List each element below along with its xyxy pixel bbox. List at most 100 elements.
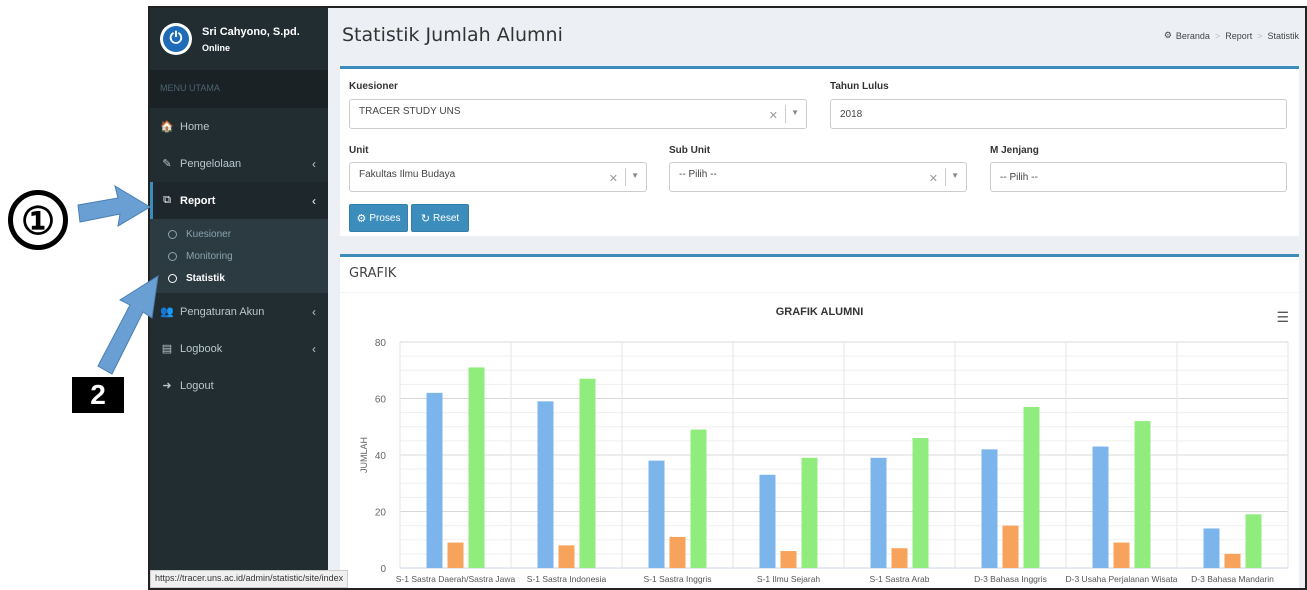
sub-unit-value: -- Pilih -- bbox=[679, 169, 717, 180]
m-jenjang-value: -- Pilih -- bbox=[1000, 172, 1038, 183]
m-jenjang-select[interactable]: -- Pilih -- bbox=[990, 162, 1287, 192]
x-tick-label: D-3 Bahasa Mandarin bbox=[1191, 574, 1274, 584]
y-axis-label: JUMLAH bbox=[359, 437, 369, 473]
sidebar-item-pengelolaan[interactable]: ✎ Pengelolaan ‹ bbox=[150, 145, 328, 182]
x-tick-label: S-1 Sastra Inggris bbox=[643, 574, 711, 584]
gear-icon: ⚙ bbox=[356, 212, 367, 225]
submenu-item-statistik[interactable]: Statistik bbox=[150, 267, 328, 289]
caret-down-icon[interactable]: ▼ bbox=[631, 171, 639, 180]
sub-unit-select[interactable]: -- Pilih -- ✕ ▼ bbox=[669, 162, 967, 192]
user-panel: ⏻ Sri Cahyono, S.pd. Online bbox=[150, 8, 328, 70]
submenu-item-label: Kuesioner bbox=[186, 228, 232, 240]
clear-icon[interactable]: ✕ bbox=[929, 172, 938, 185]
breadcrumb-beranda[interactable]: Beranda bbox=[1176, 31, 1210, 41]
bar-series3 bbox=[579, 378, 596, 568]
bar-series3 bbox=[690, 429, 707, 568]
tahun-lulus-input[interactable]: 2018 bbox=[830, 99, 1287, 129]
caret-down-icon[interactable]: ▼ bbox=[951, 171, 959, 180]
x-tick-label: S-1 Sastra Daerah/Sastra Jawa bbox=[396, 574, 516, 584]
sidebar-item-label: Pengaturan Akun bbox=[180, 305, 265, 318]
clear-icon[interactable]: ✕ bbox=[769, 109, 778, 122]
content-header: Statistik Jumlah Alumni ⚙ Beranda > Repo… bbox=[328, 8, 1305, 62]
sidebar-item-logbook[interactable]: ▤ Logbook ‹ bbox=[150, 330, 328, 367]
unit-select[interactable]: Fakultas Ilmu Budaya ✕ ▼ bbox=[349, 162, 647, 192]
sidebar-item-report[interactable]: ⧉ Report ‹ bbox=[150, 182, 328, 219]
x-tick-label: S-1 Sastra Indonesia bbox=[527, 574, 607, 584]
x-tick-label: S-1 Ilmu Sejarah bbox=[757, 574, 821, 584]
x-tick-label: S-1 Sastra Arab bbox=[869, 574, 929, 584]
bar-series2 bbox=[891, 548, 908, 568]
main-content: Statistik Jumlah Alumni ⚙ Beranda > Repo… bbox=[328, 8, 1305, 588]
dashboard-icon: ⚙ bbox=[1163, 30, 1172, 40]
copy-icon: ⧉ bbox=[163, 194, 171, 206]
bar-series2 bbox=[1224, 553, 1241, 568]
pencil-icon: ✎ bbox=[162, 158, 172, 170]
bar-series1 bbox=[1092, 446, 1109, 568]
bar-series3 bbox=[1134, 421, 1151, 568]
user-status: Online bbox=[202, 42, 231, 53]
sidebar-item-label: Home bbox=[180, 120, 210, 133]
report-submenu: Kuesioner Monitoring Statistik bbox=[150, 219, 328, 293]
bar-series3 bbox=[912, 438, 929, 568]
breadcrumb-report[interactable]: Report bbox=[1225, 31, 1252, 41]
page-title: Statistik Jumlah Alumni bbox=[342, 24, 563, 46]
chevron-left-icon: ‹ bbox=[312, 341, 316, 356]
submenu-item-label: Monitoring bbox=[186, 250, 233, 262]
app-screen: ⏻ Sri Cahyono, S.pd. Online MENU UTAMA 🏠… bbox=[148, 6, 1307, 590]
home-icon: 🏠 bbox=[160, 121, 174, 133]
sub-unit-label: Sub Unit bbox=[669, 145, 711, 156]
circle-icon bbox=[168, 251, 177, 261]
users-icon: 👥 bbox=[160, 306, 174, 318]
y-tick-label: 20 bbox=[375, 508, 387, 519]
sidebar-item-home[interactable]: 🏠 Home bbox=[150, 108, 328, 145]
bar-series3 bbox=[1023, 406, 1040, 568]
kuesioner-select[interactable]: TRACER STUDY UNS ✕ ▼ bbox=[349, 99, 807, 129]
submenu-item-kuesioner[interactable]: Kuesioner bbox=[150, 223, 328, 245]
filter-box: Kuesioner TRACER STUDY UNS ✕ ▼ Tahun Lul… bbox=[340, 66, 1299, 236]
select-divider bbox=[625, 168, 626, 186]
reset-label: Reset bbox=[433, 212, 460, 224]
bar-series2 bbox=[669, 536, 686, 568]
sidebar-item-label: Logbook bbox=[180, 342, 223, 355]
bar-chart: 0 20 40 60 80 JUMLAH S-1 Sastra Daerah/Sastra … bbox=[359, 338, 1289, 584]
bar-series1 bbox=[1203, 528, 1220, 568]
y-tick-label: 60 bbox=[375, 395, 387, 406]
x-tick-label: D-3 Bahasa Inggris bbox=[974, 574, 1047, 584]
reset-button[interactable]: ↻ Reset bbox=[411, 204, 469, 232]
unit-label: Unit bbox=[349, 145, 369, 156]
select-divider bbox=[785, 105, 786, 123]
m-jenjang-label: M Jenjang bbox=[990, 145, 1039, 156]
bar-series2 bbox=[780, 551, 797, 568]
breadcrumb-separator: > bbox=[1257, 30, 1263, 41]
page: ① 2 ⏻ Sri Cahyono, S.pd. Online MENU UTA… bbox=[0, 0, 1307, 590]
chart-box: GRAFIK GRAFIK ALUMNI ☰ 0 20 40 60 80 JUMLAH S-… bbox=[340, 254, 1299, 588]
power-logo-icon: ⏻ bbox=[163, 26, 189, 52]
caret-down-icon[interactable]: ▼ bbox=[791, 108, 799, 117]
submenu-item-monitoring[interactable]: Monitoring bbox=[150, 245, 328, 267]
sign-out-icon: ➜ bbox=[162, 380, 172, 392]
book-icon: ▤ bbox=[161, 343, 173, 355]
sidebar: ⏻ Sri Cahyono, S.pd. Online MENU UTAMA 🏠… bbox=[150, 8, 328, 588]
bar-series1 bbox=[537, 401, 554, 568]
callout-1: ① bbox=[8, 190, 68, 250]
sidebar-item-logout[interactable]: ➜ Logout bbox=[150, 367, 328, 404]
proses-label: Proses bbox=[369, 212, 401, 224]
sidebar-item-pengaturan-akun[interactable]: 👥 Pengaturan Akun ‹ bbox=[150, 293, 328, 330]
circle-icon bbox=[168, 229, 177, 239]
status-bar-url: https://tracer.uns.ac.id/admin/statistic… bbox=[150, 570, 349, 588]
user-name: Sri Cahyono, S.pd. bbox=[202, 25, 300, 38]
clear-icon[interactable]: ✕ bbox=[609, 172, 618, 185]
bar-series1 bbox=[981, 449, 998, 568]
y-tick-label: 80 bbox=[375, 338, 387, 349]
bar-series2 bbox=[1113, 542, 1130, 568]
submenu-item-label: Statistik bbox=[186, 272, 225, 284]
bar-series2 bbox=[1002, 525, 1019, 568]
chevron-left-icon: ‹ bbox=[312, 156, 316, 171]
unit-value: Fakultas Ilmu Budaya bbox=[359, 169, 456, 180]
chevron-left-icon: ‹ bbox=[312, 304, 316, 319]
sidebar-item-label: Pengelolaan bbox=[180, 157, 242, 170]
breadcrumb-statistik: Statistik bbox=[1267, 30, 1299, 41]
proses-button[interactable]: ⚙ Proses bbox=[349, 204, 408, 232]
x-tick-label: D-3 Usaha Perjalanan Wisata bbox=[1066, 574, 1178, 584]
bar-series1 bbox=[648, 460, 665, 568]
